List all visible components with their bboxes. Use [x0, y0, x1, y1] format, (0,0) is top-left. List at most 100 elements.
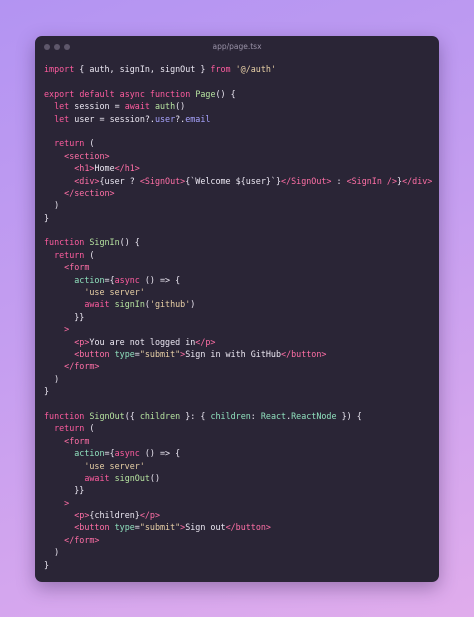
code-token: {children} [89, 510, 140, 521]
code-token: "submit" [139, 522, 181, 533]
code-token: </button> [225, 522, 271, 533]
code-token: async [114, 448, 140, 459]
code-line: } [44, 559, 433, 571]
code-line: import { auth, signIn, signOut } from '@… [44, 63, 433, 75]
code-line: action={async () => { [44, 447, 433, 459]
code-token: </form> [64, 361, 100, 372]
code-token: You are not logged in [89, 336, 196, 347]
code-line: <button type="submit">Sign out</button> [44, 521, 433, 533]
code-token: let [54, 113, 70, 124]
code-token: '@/auth' [235, 64, 276, 74]
code-line: await signIn('github') [44, 298, 433, 310]
code-line: function SignOut({ children }: { childre… [44, 410, 433, 422]
code-line: return ( [44, 249, 433, 261]
code-token: from [210, 64, 231, 74]
code-token: ) [44, 200, 60, 211]
code-token: <p> [74, 510, 90, 521]
code-line: ) [44, 546, 433, 558]
code-token: <button [74, 522, 110, 533]
code-token: React [260, 410, 287, 421]
code-token: email [185, 113, 211, 124]
code-line: let session = await auth() [44, 100, 433, 112]
code-line: } [44, 385, 433, 397]
code-line: <p>{children}</p> [44, 509, 433, 521]
code-token: </p> [195, 336, 216, 347]
code-line: await signOut() [44, 472, 433, 484]
code-token: "submit" [139, 348, 181, 359]
code-line: ) [44, 199, 433, 211]
code-token: SignIn [89, 237, 120, 248]
code-token: : [331, 175, 347, 186]
code-line: return ( [44, 137, 433, 149]
code-line: let user = session?.user?.email [44, 113, 433, 125]
code-token: 'github' [149, 299, 191, 310]
code-token: function [44, 237, 85, 248]
code-token: } [44, 386, 50, 397]
code-token: () [149, 472, 160, 483]
code-line: <form [44, 261, 433, 273]
code-token: }} [44, 485, 85, 496]
code-token: type [114, 522, 135, 533]
code-token: import [44, 64, 75, 74]
code-token: return [54, 138, 85, 149]
code-token: SignOut [89, 410, 125, 421]
code-token: <button [74, 348, 110, 359]
code-token: </SignOut> [281, 175, 332, 186]
code-token: {user ? [99, 175, 140, 186]
code-token: ={ [104, 448, 115, 459]
code-line: action={async () => { [44, 274, 433, 286]
code-token: signIn [114, 299, 145, 310]
code-token: <SignOut> [139, 175, 186, 186]
code-line: </section> [44, 187, 433, 199]
code-token: async [119, 88, 145, 99]
code-token: ({ [124, 410, 140, 421]
code-token: } [44, 212, 50, 223]
code-line: </form> [44, 534, 433, 546]
code-token: <h1> [74, 163, 95, 174]
code-line: <button type="submit">Sign in with GitHu… [44, 348, 433, 360]
code-window: app/page.tsx import { auth, signIn, sign… [35, 36, 439, 582]
code-token: user [154, 113, 176, 124]
code-token: action [74, 274, 105, 285]
code-line: 'use server' [44, 286, 433, 298]
code-token: }) { [336, 410, 362, 421]
code-line: function SignIn() { [44, 236, 433, 248]
code-token: return [54, 423, 85, 434]
code-token: </section> [64, 187, 115, 198]
code-token: ( [84, 138, 95, 149]
code-token: () { [215, 88, 236, 99]
code-token: signOut [114, 472, 150, 483]
code-token: action [74, 448, 105, 459]
code-token: await [84, 299, 110, 310]
code-line: <div>{user ? <SignOut>{`Welcome ${user}`… [44, 175, 433, 187]
code-token: function [149, 88, 191, 99]
code-token: session = [69, 101, 125, 112]
code-token: ?. [175, 113, 186, 124]
code-token: auth [154, 101, 176, 112]
code-token: </button> [281, 348, 327, 359]
code-token: children [210, 410, 251, 421]
code-token: () { [119, 237, 140, 248]
code-token: </h1> [114, 163, 140, 174]
code-token: }} [44, 311, 85, 322]
code-token: Page [195, 88, 216, 99]
code-token: { auth, signIn, signOut } [74, 64, 211, 74]
window-title: app/page.tsx [212, 42, 262, 51]
